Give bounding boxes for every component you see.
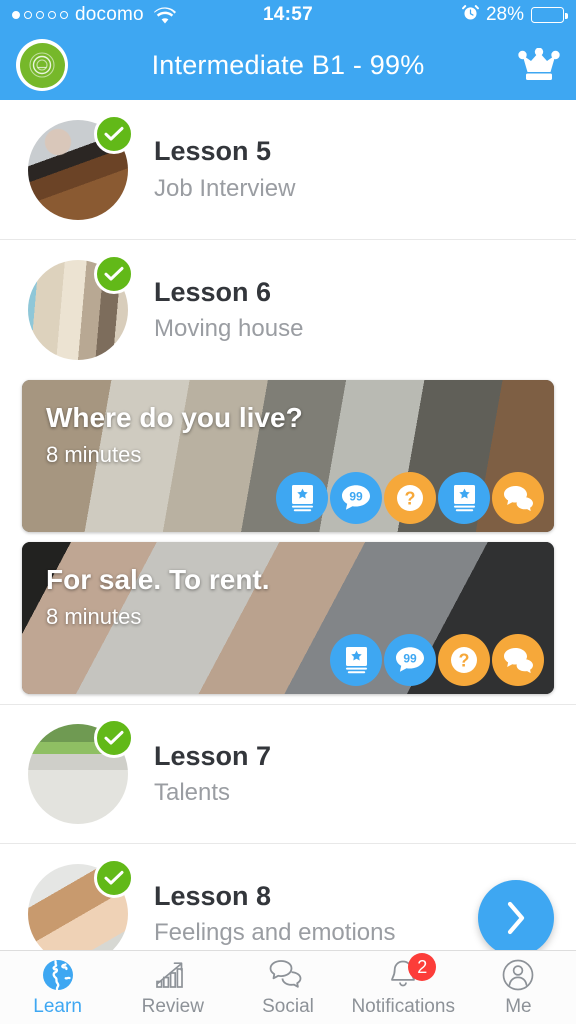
activity-icon-row: 99 ? bbox=[276, 472, 544, 524]
chat-bubbles-icon[interactable] bbox=[492, 634, 544, 686]
bar-chart-up-icon bbox=[155, 957, 191, 993]
svg-text:?: ? bbox=[405, 489, 416, 509]
list-item[interactable]: Lesson 5 Job Interview bbox=[0, 100, 576, 240]
lesson-title: Lesson 8 bbox=[154, 880, 272, 911]
activity-card-title: Where do you live? bbox=[46, 402, 303, 433]
tab-label: Notifications bbox=[351, 996, 455, 1017]
svg-text:99: 99 bbox=[349, 489, 363, 503]
tab-me[interactable]: Me bbox=[461, 951, 576, 1024]
lesson-subtitle: Feelings and emotions bbox=[154, 919, 396, 947]
alarm-clock-icon bbox=[462, 4, 479, 27]
avatar[interactable] bbox=[28, 858, 134, 950]
wifi-icon bbox=[153, 6, 176, 24]
signal-strength-icon bbox=[12, 11, 68, 19]
chat-bubbles-icon bbox=[269, 957, 307, 993]
chevron-right-icon bbox=[507, 901, 525, 935]
list-item[interactable]: Lesson 6 Moving house bbox=[0, 240, 576, 380]
battery-icon bbox=[531, 7, 568, 23]
carrier-label: docomo bbox=[75, 4, 144, 25]
quote-bubble-icon[interactable]: 99 bbox=[330, 472, 382, 524]
lesson-title: Lesson 5 bbox=[154, 136, 272, 167]
lesson-text-block: Lesson 6 Moving house bbox=[154, 276, 303, 345]
status-badge: 2 bbox=[408, 953, 437, 981]
lesson-text-block: Lesson 5 Job Interview bbox=[154, 135, 295, 204]
bell-icon: 2 bbox=[386, 953, 437, 993]
globe-icon bbox=[41, 957, 75, 993]
check-circle-icon bbox=[94, 254, 134, 294]
tab-review[interactable]: Review bbox=[115, 951, 230, 1024]
lesson-title: Lesson 7 bbox=[154, 740, 272, 771]
tab-label: Review bbox=[141, 996, 204, 1017]
question-mark-icon[interactable]: ? bbox=[384, 472, 436, 524]
lesson-text-block: Lesson 7 Talents bbox=[154, 740, 271, 809]
lesson-list[interactable]: Lesson 5 Job Interview Lesson 6 Moving h… bbox=[0, 100, 576, 950]
vocabulary-book-icon[interactable] bbox=[276, 472, 328, 524]
tab-label: Me bbox=[505, 996, 532, 1017]
status-bar-left: docomo bbox=[12, 4, 176, 26]
svg-text:?: ? bbox=[459, 651, 470, 671]
app-logo-icon[interactable] bbox=[16, 39, 68, 91]
activity-icon-row: 99 ? bbox=[330, 634, 544, 686]
battery-percent-label: 28% bbox=[485, 4, 524, 25]
next-page-button[interactable] bbox=[478, 880, 554, 956]
lesson-subtitle: Moving house bbox=[154, 315, 304, 343]
tab-social[interactable]: Social bbox=[230, 951, 345, 1024]
avatar[interactable] bbox=[28, 113, 134, 220]
check-circle-icon bbox=[94, 113, 134, 154]
check-circle-icon bbox=[94, 858, 134, 898]
svg-text:99: 99 bbox=[403, 651, 417, 665]
activity-card[interactable]: For sale. To rent. 8 minutes 99 ? bbox=[22, 542, 554, 694]
activity-card[interactable]: Where do you live? 8 minutes 99 ? bbox=[22, 380, 554, 532]
activity-card-duration: 8 minutes bbox=[46, 604, 142, 629]
bottom-tab-bar[interactable]: Learn Review Social 2 Notifications Me bbox=[0, 950, 576, 1024]
avatar[interactable] bbox=[28, 718, 134, 824]
chat-bubbles-icon[interactable] bbox=[492, 472, 544, 524]
activity-card-title: For sale. To rent. bbox=[46, 564, 270, 595]
activity-card-stack: Where do you live? 8 minutes 99 ? For sa… bbox=[0, 380, 576, 694]
vocabulary-book-icon[interactable] bbox=[330, 634, 382, 686]
app-header: Intermediate B1 - 99% bbox=[0, 30, 576, 100]
status-bar: docomo 14:57 28% bbox=[0, 0, 576, 30]
lesson-title: Lesson 6 bbox=[154, 276, 272, 307]
status-bar-right: 28% bbox=[462, 4, 568, 27]
vocabulary-book-icon[interactable] bbox=[438, 472, 490, 524]
tab-label: Learn bbox=[33, 996, 82, 1017]
activity-card-duration: 8 minutes bbox=[46, 442, 142, 467]
tab-learn[interactable]: Learn bbox=[0, 951, 115, 1024]
crown-icon[interactable] bbox=[518, 48, 560, 82]
list-item[interactable]: Lesson 7 Talents bbox=[0, 704, 576, 844]
check-circle-icon bbox=[94, 718, 134, 758]
lesson-text-block: Lesson 8 Feelings and emotions bbox=[154, 880, 395, 949]
question-mark-icon[interactable]: ? bbox=[438, 634, 490, 686]
tab-label: Social bbox=[262, 996, 314, 1017]
lesson-subtitle: Job Interview bbox=[154, 174, 296, 202]
user-avatar-icon bbox=[501, 957, 535, 993]
lesson-subtitle: Talents bbox=[154, 779, 231, 807]
page-title: Intermediate B1 - 99% bbox=[151, 49, 425, 80]
quote-bubble-icon[interactable]: 99 bbox=[384, 634, 436, 686]
avatar[interactable] bbox=[28, 254, 134, 360]
tab-notifications[interactable]: 2 Notifications bbox=[346, 951, 461, 1024]
